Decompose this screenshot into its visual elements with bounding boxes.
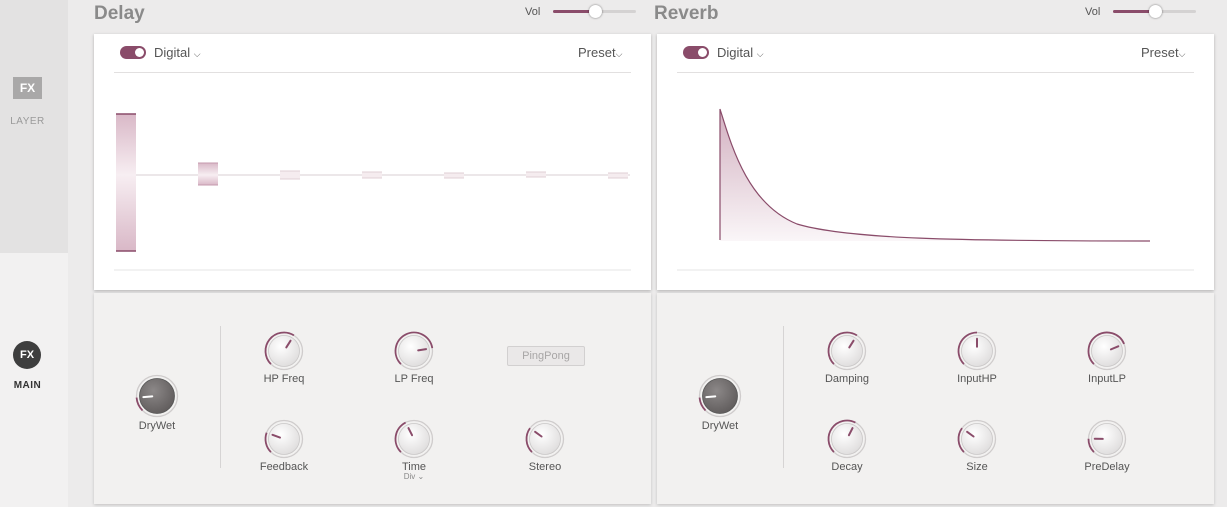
delay-lp-freq-knob[interactable] [392,329,436,373]
delay-drywet-knob[interactable] [133,372,181,420]
delay-tap-3 [280,170,300,180]
main-fx-button[interactable]: FX [13,341,41,369]
reverb-predelay-knob[interactable] [1085,417,1129,461]
reverb-damping-knob[interactable] [825,329,869,373]
delay-tap-4 [362,171,382,179]
reverb-size-knob[interactable] [955,417,999,461]
reverb-vol-slider[interactable] [1113,5,1196,18]
reverb-decay-knob[interactable] [825,417,869,461]
delay-controls-divider [220,326,221,468]
delay-stereo-knob[interactable] [523,417,567,461]
delay-vol-thumb[interactable] [588,5,602,18]
layer-label: LAYER [10,116,45,127]
layer-fx-button[interactable]: FX [13,77,42,99]
reverb-drywet-knob[interactable] [696,372,744,420]
delay-time-div-label: Div [403,472,416,481]
reverb-vol-label: Vol [1085,6,1101,18]
main-label: MAIN [13,380,42,391]
delay-tap-7 [608,172,628,179]
pingpong-button[interactable]: PingPong [507,346,585,366]
delay-display-panel: Digital ⌵ Preset⌵ [94,34,651,290]
delay-feedback-knob[interactable] [262,417,306,461]
reverb-inputlp-knob[interactable] [1085,329,1129,373]
delay-title: Delay [94,3,145,24]
reverb-inputhp-knob[interactable] [955,329,999,373]
reverb-decay-visualizer [677,108,1194,271]
reverb-controls-divider [783,326,784,468]
reverb-vol-thumb[interactable] [1148,5,1162,18]
delay-tap-2 [198,162,218,186]
chevron-down-icon: ⌄ [415,472,425,481]
delay-time-knob[interactable] [392,417,436,461]
delay-time-div-dropdown[interactable]: Div ⌄ [404,472,425,481]
reverb-display-panel: Digital ⌵ Preset⌵ [657,34,1214,290]
delay-tap-5 [444,172,464,179]
reverb-decay-area [720,109,1150,241]
reverb-title: Reverb [654,3,719,24]
delay-tap-1 [116,113,136,252]
delay-tap-6 [526,171,546,178]
delay-vol-label: Vol [525,6,541,18]
delay-tap-visualizer [114,113,631,271]
delay-hp-freq-knob[interactable] [262,329,306,373]
delay-vol-slider[interactable] [553,5,636,18]
